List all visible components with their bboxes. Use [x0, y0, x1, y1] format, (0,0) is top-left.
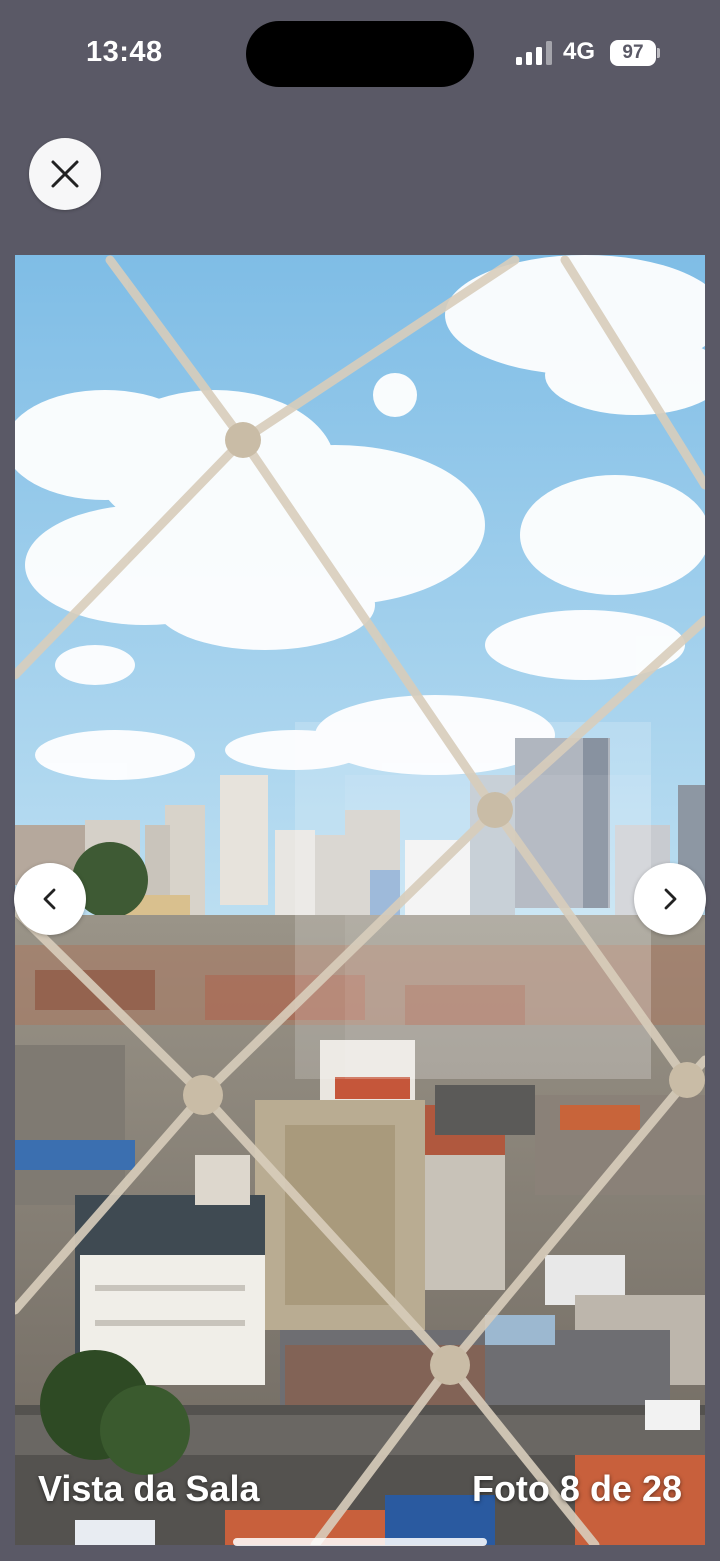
- previous-photo-button[interactable]: [14, 863, 86, 935]
- signal-bars-icon: [516, 41, 552, 65]
- photo-counter: Foto 8 de 28: [471, 1468, 682, 1509]
- city-view-image: [15, 255, 705, 1545]
- home-indicator[interactable]: [233, 1538, 487, 1546]
- battery-level: 97: [622, 42, 644, 63]
- status-time: 13:48: [86, 36, 163, 68]
- battery-tip: [657, 48, 660, 58]
- chevron-right-icon: [664, 888, 677, 910]
- network-type: 4G: [563, 38, 596, 65]
- battery-icon: 97: [610, 40, 656, 66]
- chevron-left-icon: [43, 888, 56, 910]
- gallery-photo[interactable]: [15, 255, 705, 1545]
- close-icon: [51, 160, 79, 188]
- photo-title: Vista da Sala: [38, 1468, 260, 1509]
- dynamic-island: [246, 21, 474, 87]
- status-bar: 13:48 4G 97: [0, 0, 720, 110]
- close-button[interactable]: [29, 138, 101, 210]
- next-photo-button[interactable]: [634, 863, 706, 935]
